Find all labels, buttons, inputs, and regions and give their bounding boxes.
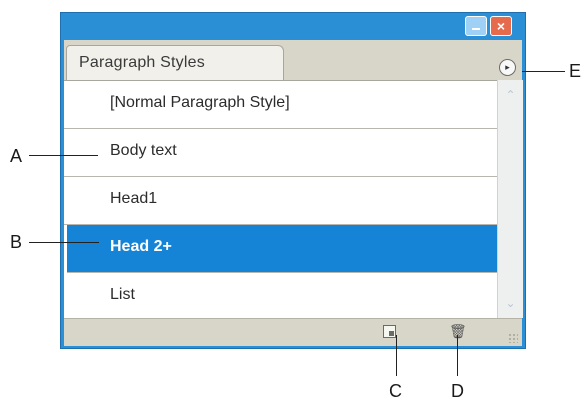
callout-c: C [389, 381, 402, 401]
callout-b: B [10, 232, 23, 252]
callout-d: D [451, 381, 464, 401]
minimize-icon [472, 28, 480, 30]
callout-a-line [29, 155, 98, 156]
style-label: Body text [110, 142, 177, 159]
panel-body: Paragraph Styles ▸ [Normal Paragraph Sty… [64, 40, 523, 346]
resize-grip-icon[interactable] [508, 333, 518, 343]
list-item[interactable]: [Normal Paragraph Style] [64, 81, 497, 129]
scroll-up-icon[interactable]: ⌃ [502, 86, 519, 103]
new-style-icon[interactable] [383, 325, 396, 338]
callout-e-line [522, 71, 565, 72]
callout-c-line [396, 335, 397, 376]
callout-e: E [569, 61, 581, 81]
list-item-selected[interactable]: Head 2+ [67, 225, 497, 273]
callout-d-line [457, 335, 458, 376]
list-item[interactable]: Head1 [64, 177, 497, 225]
styles-list: [Normal Paragraph Style] Body text Head1… [64, 80, 497, 319]
tab-label: Paragraph Styles [79, 54, 205, 71]
callout-b-line [29, 242, 99, 243]
vertical-scrollbar[interactable]: ⌃ ⌄ [497, 80, 523, 318]
style-label: Head1 [110, 190, 158, 207]
tab-paragraph-styles[interactable]: Paragraph Styles [66, 45, 284, 80]
close-button[interactable]: × [490, 16, 512, 36]
minimize-button[interactable] [465, 16, 487, 36]
callout-a: A [10, 146, 23, 166]
list-item[interactable]: List [64, 273, 497, 320]
style-label: Head 2+ [110, 238, 172, 255]
close-icon: × [496, 18, 506, 34]
scroll-down-icon[interactable]: ⌄ [502, 294, 519, 311]
trash-icon[interactable]: 🗑 [449, 323, 467, 339]
paragraph-styles-panel: × Paragraph Styles ▸ [Normal Paragraph S… [60, 12, 526, 349]
style-label: [Normal Paragraph Style] [110, 94, 290, 111]
panel-menu-button[interactable]: ▸ [499, 59, 516, 76]
panel-menu-icon: ▸ [505, 62, 510, 72]
panel-footer: 🗑 [64, 318, 522, 346]
style-label: List [110, 286, 135, 303]
list-item[interactable]: Body text [64, 129, 497, 177]
